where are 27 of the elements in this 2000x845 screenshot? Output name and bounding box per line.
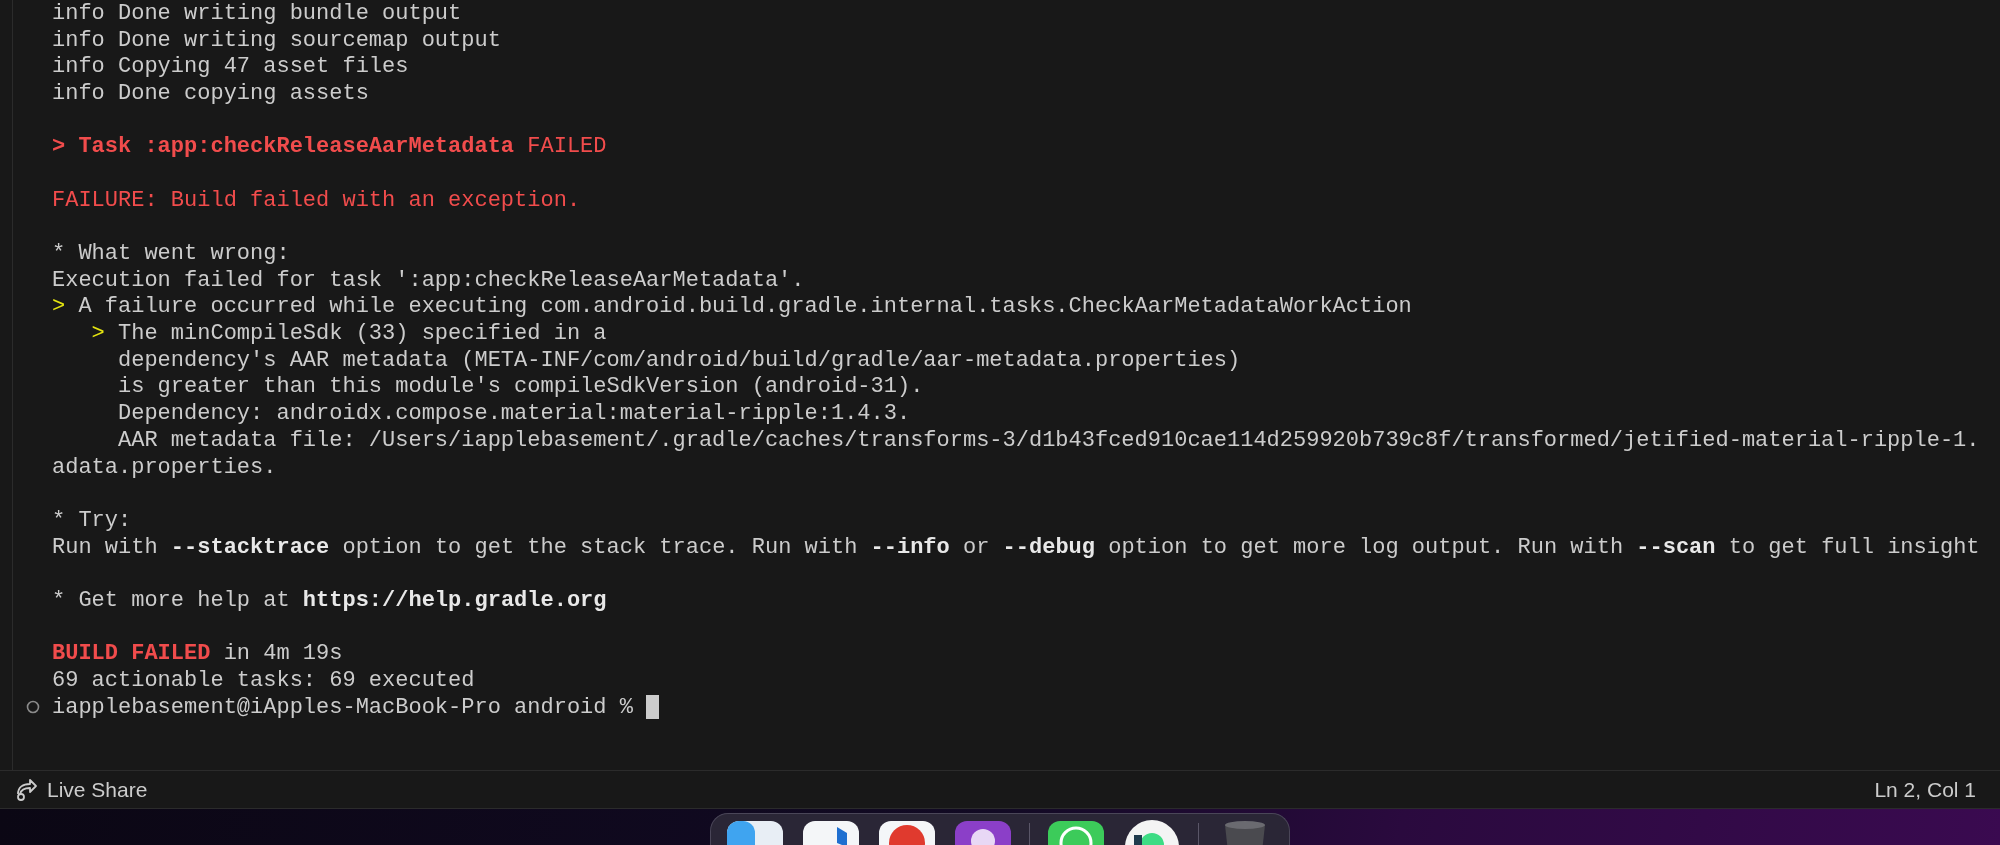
terminal-line: AAR metadata file: /Users/iapplebasement/.gradle/caches/transforms-3/d1b43fced910cae114d259920b739c8f/transformed/jetified-material-ripple-1. <box>117 427 1980 453</box>
terminal-line: adata.properties. <box>52 454 277 480</box>
terminal-line: Run with --stacktrace option to get the stack trace. Run with --info or --debug option to get more log output. Run with --scan to get full insight <box>52 534 1980 560</box>
terminal-line: dependency's AAR metadata (META-INF/com/android/build/gradle/aar-metadata.properties) <box>117 347 1241 373</box>
terminal-line: info Copying 47 asset files <box>52 54 409 80</box>
terminal-line: is greater than this module's compileSdkVersion (android-31). <box>117 374 924 400</box>
prompt-line: iapplebasement@iApples-MacBook-Pro android % <box>52 694 633 720</box>
terminal-line: > A failure occurred while executing com.android.build.gradle.internal.tasks.CheckAarMetadataWorkAction <box>52 294 1412 320</box>
terminal-line: * Get more help at https://help.gradle.org <box>52 587 607 613</box>
cursor-icon <box>645 695 659 720</box>
circle-icon <box>25 700 40 715</box>
cursor-position[interactable]: Ln 2, Col 1 <box>1874 777 1976 802</box>
terminal-line: FAILURE: Build failed with an exception. <box>52 187 581 213</box>
terminal-line: > The minCompileSdk (33) specified in a <box>90 321 607 347</box>
terminal-line: * Try: <box>52 507 132 533</box>
terminal-line: BUILD FAILED in 4m 19s <box>52 641 343 667</box>
terminal-line: > Task :app:checkReleaseAarMetadata FAILED <box>52 134 607 160</box>
terminal-line: info Done writing bundle output <box>52 0 462 26</box>
terminal-line: 69 actionable tasks: 69 executed <box>52 668 475 694</box>
share-arrow-icon <box>14 778 38 801</box>
terminal-line: info Done writing sourcemap output <box>52 27 501 53</box>
terminal-line: Execution failed for task ':app:checkReleaseAarMetadata'. <box>52 267 805 293</box>
terminal-line: info Done copying assets <box>52 80 369 106</box>
terminal-line: * What went wrong: <box>52 241 290 267</box>
terminal-line: Dependency: androidx.compose.material:material-ripple:1.4.3. <box>117 401 911 427</box>
live-share-button[interactable]: Live Share <box>14 777 148 802</box>
android-app-icon[interactable] <box>1122 817 1182 845</box>
